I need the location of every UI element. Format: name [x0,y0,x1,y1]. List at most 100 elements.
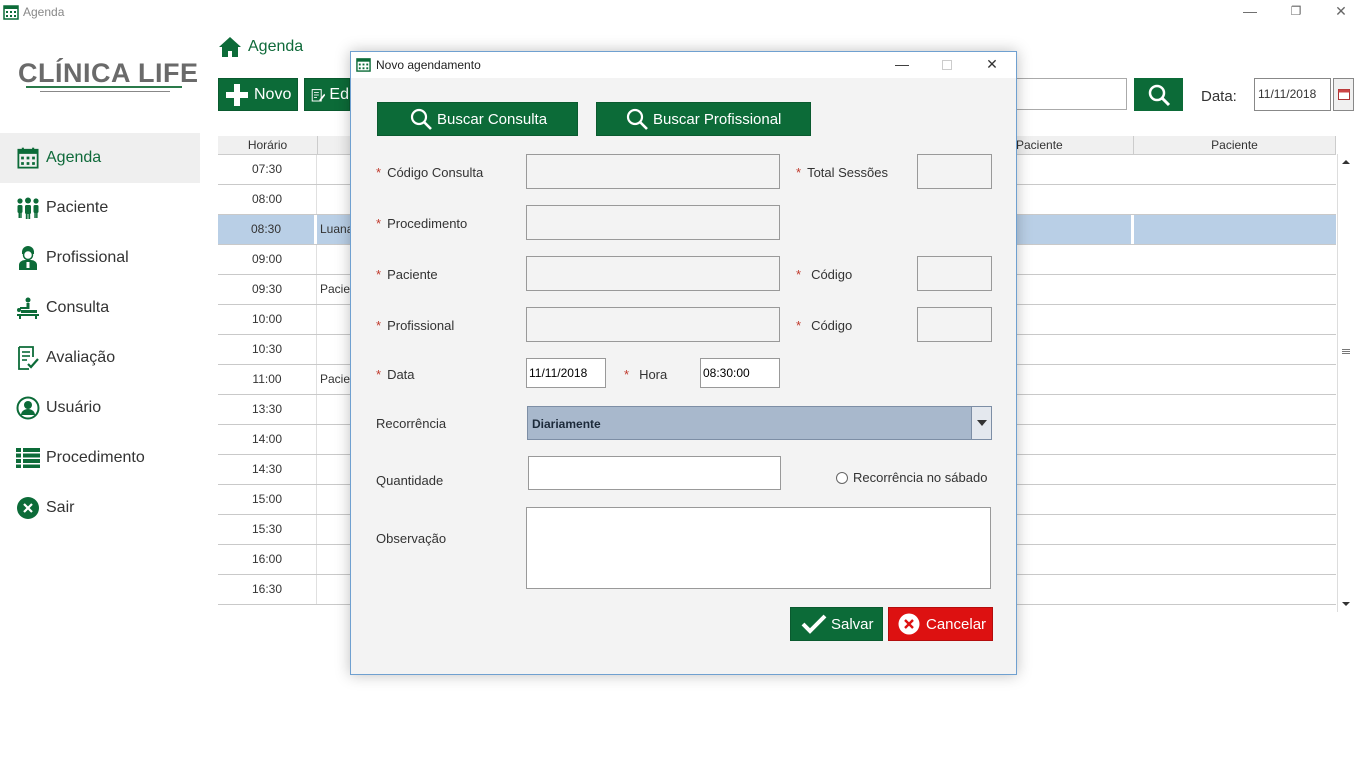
list-icon [15,445,41,471]
scroll-grip-icon[interactable] [1338,348,1354,356]
patient-cell[interactable]: Pacie [318,275,350,304]
edit-icon [311,88,326,101]
date-label: * Data [376,367,415,382]
sidebar-item-paciente[interactable]: Paciente [0,183,200,233]
time-cell[interactable]: 08:30 [218,215,317,244]
sidebar-item-consulta[interactable]: Consulta [0,283,200,333]
sidebar-item-procedimento[interactable]: Procedimento [0,433,200,483]
dialog-title: Novo agendamento [376,58,481,72]
time-label: * Hora [624,367,667,382]
sidebar-item-avaliacao[interactable]: Avaliação [0,333,200,383]
patient-cell[interactable] [318,305,320,334]
time-cell[interactable]: 16:30 [218,575,317,604]
required-mark: * [376,216,382,231]
cancel-button[interactable]: Cancelar [888,607,993,641]
search-consultation-button[interactable]: Buscar Consulta [377,102,578,136]
time-cell[interactable]: 09:30 [218,275,317,304]
column-header-horario[interactable]: Horário [218,136,318,155]
consultation-code-field[interactable] [526,154,780,189]
sidebar-item-usuario[interactable]: Usuário [0,383,200,433]
patient-cell[interactable] [318,155,320,184]
app-logo: CLÍNICA LIFE [18,58,199,88]
patient-cell[interactable]: Luana [318,215,353,244]
sidebar-item-label: Profissional [46,249,129,266]
total-sessions-label: * Total Sessões [796,165,888,180]
time-field[interactable]: 08:30:00 [700,358,780,388]
date-input[interactable]: 11/11/2018 [1254,78,1331,111]
search-input[interactable] [1010,78,1127,110]
date-picker-button[interactable] [1333,78,1354,111]
edit-button-label: Ed [329,85,349,103]
time-cell[interactable]: 07:30 [218,155,317,184]
patient-cell[interactable] [318,485,320,514]
calendar-icon [15,145,41,171]
search-icon [1148,84,1170,106]
time-cell[interactable]: 10:00 [218,305,317,334]
column-header-paciente-2[interactable]: Paciente [1134,136,1336,155]
window-title: Agenda [23,5,65,19]
time-cell[interactable]: 15:00 [218,485,317,514]
time-cell[interactable]: 14:30 [218,455,317,484]
sidebar-item-profissional[interactable]: Profissional [0,233,200,283]
professional-code-label: * Código [796,318,852,333]
close-button[interactable]: ✕ [1318,0,1364,24]
observation-textarea[interactable] [526,507,991,589]
total-sessions-field[interactable] [917,154,992,189]
scroll-down-icon[interactable] [1338,598,1354,610]
quantity-field[interactable] [528,456,781,490]
patient-cell[interactable] [318,395,320,424]
professional-code-field[interactable] [917,307,992,342]
vertical-scrollbar[interactable] [1337,154,1354,612]
recurrence-selected-value: Diariamente [532,417,601,431]
minimize-button[interactable]: — [1227,0,1273,24]
dialog-maximize-button[interactable] [925,52,969,78]
sidebar-item-sair[interactable]: Sair [0,483,200,533]
search-button[interactable] [1134,78,1183,111]
radio-circle[interactable] [836,471,848,484]
patient-cell[interactable] [318,245,320,274]
search-icon [626,108,648,130]
date-field[interactable]: 11/11/2018 [526,358,606,388]
window-title-bar: Agenda — ❐ ✕ [0,0,1366,24]
time-cell[interactable]: 11:00 [218,365,317,394]
recurrence-select[interactable]: Diariamente [527,406,992,440]
patient-cell[interactable] [318,335,320,364]
patient-cell[interactable]: Pacie [318,365,350,394]
dialog-minimize-button[interactable]: — [880,52,924,78]
new-button[interactable]: Novo [218,78,298,111]
required-mark: * [624,367,630,382]
sidebar-item-agenda[interactable]: Agenda [0,133,200,183]
patient-cell[interactable] [318,515,320,544]
patient-cell[interactable] [318,545,320,574]
professional-field[interactable] [526,307,780,342]
time-cell[interactable]: 13:30 [218,395,317,424]
scroll-up-icon[interactable] [1338,156,1354,168]
patient-cell[interactable] [318,425,320,454]
time-cell[interactable]: 10:30 [218,335,317,364]
time-cell[interactable]: 15:30 [218,515,317,544]
date-label: Data: [1201,88,1237,105]
time-cell[interactable]: 14:00 [218,425,317,454]
label-text: Procedimento [387,216,468,231]
sidebar-item-label: Agenda [46,149,102,166]
search-professional-button[interactable]: Buscar Profissional [596,102,811,136]
patient-cell[interactable] [318,455,320,484]
consultation-code-label: * Código Consulta [376,165,483,180]
edit-button[interactable]: Ed [304,78,350,111]
restore-button[interactable]: ❐ [1273,0,1319,24]
procedure-field[interactable] [526,205,780,240]
patient-code-field[interactable] [917,256,992,291]
dialog-close-button[interactable]: ✕ [970,52,1014,78]
patient-cell[interactable] [318,575,320,604]
time-cell[interactable]: 08:00 [218,185,317,214]
patient-field[interactable] [526,256,780,291]
breadcrumb-label: Agenda [248,38,304,55]
time-cell[interactable]: 16:00 [218,545,317,574]
chevron-down-icon[interactable] [971,407,991,439]
save-button[interactable]: Salvar [790,607,883,641]
column-header-paciente-1[interactable]: Paciente [1016,136,1134,155]
dialog-title-bar: Novo agendamento — ✕ [351,52,1016,78]
time-cell[interactable]: 09:00 [218,245,317,274]
saturday-recurrence-radio[interactable]: Recorrência no sábado [836,470,987,485]
patient-cell[interactable] [318,185,320,214]
